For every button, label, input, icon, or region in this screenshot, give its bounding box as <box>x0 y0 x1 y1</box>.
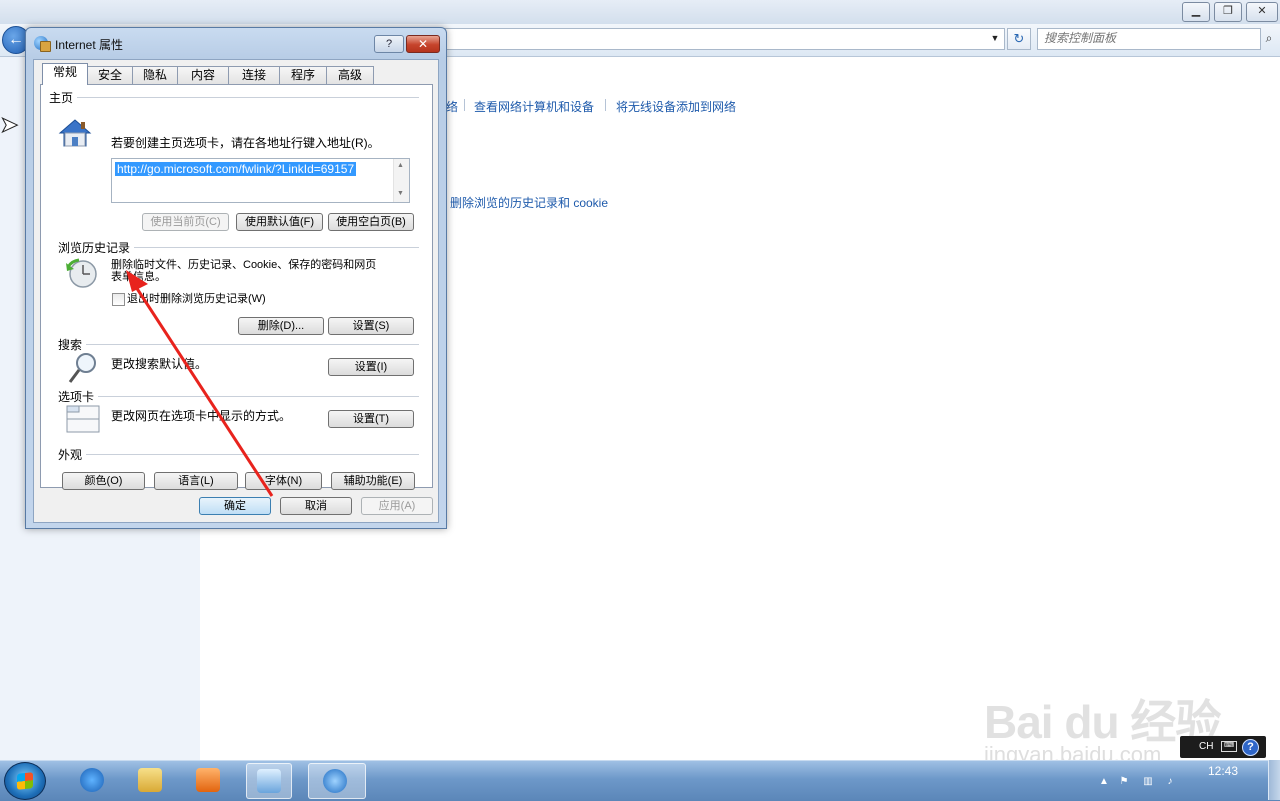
file-explorer-icon[interactable] <box>128 763 172 797</box>
help-button[interactable]: ? <box>374 35 404 53</box>
internet-properties-dialog: Internet 属性 ? ✕ 常规 安全 隐私 内容 连接 程序 高级 主页 … <box>25 27 447 529</box>
volume-icon[interactable]: ♪ <box>1164 776 1176 788</box>
tabs-description: 更改网页在选项卡中显示的方式。 <box>111 409 292 423</box>
use-default-button[interactable]: 使用默认值(F) <box>236 213 323 231</box>
dialog-client-area: 常规 安全 隐私 内容 连接 程序 高级 主页 若要创建主页选项卡，请在各地址行… <box>33 59 439 523</box>
close-icon[interactable]: ✕ <box>1246 2 1278 22</box>
tab-programs[interactable]: 程序 <box>279 66 327 84</box>
internet-explorer-icon[interactable] <box>70 763 114 797</box>
control-panel-icon[interactable] <box>246 763 292 799</box>
partial-link[interactable]: 络 <box>446 98 458 115</box>
tabs-settings-button[interactable]: 设置(T) <box>328 410 414 428</box>
search-icon[interactable]: ⌕ <box>1259 28 1279 48</box>
delete-history-button[interactable]: 删除(D)... <box>238 317 324 335</box>
accessibility-button[interactable]: 辅助功能(E) <box>331 472 415 490</box>
tab-privacy[interactable]: 隐私 <box>132 66 178 84</box>
apply-button[interactable]: 应用(A) <box>361 497 433 515</box>
search-settings-button[interactable]: 设置(I) <box>328 358 414 376</box>
search-box[interactable] <box>1037 28 1261 50</box>
chevron-up-icon[interactable]: ▲ <box>397 162 404 169</box>
search-input[interactable] <box>1038 29 1244 47</box>
use-blank-button[interactable]: 使用空白页(B) <box>328 213 414 231</box>
section-divider <box>97 396 419 397</box>
tab-connections[interactable]: 连接 <box>228 66 280 84</box>
delete-on-exit-checkbox[interactable] <box>112 293 125 306</box>
internet-properties-icon[interactable] <box>308 763 366 799</box>
control-panel-titlebar <box>0 0 1280 24</box>
scrollbar[interactable]: ▲ ▼ <box>393 159 409 202</box>
magnifier-icon <box>67 351 99 385</box>
address-bar[interactable] <box>444 28 1005 50</box>
link-separator <box>605 99 606 111</box>
tab-content[interactable]: 内容 <box>177 66 229 84</box>
section-divider <box>131 247 419 248</box>
history-description-line2: 表单信息。 <box>111 271 166 283</box>
add-wireless-device-link[interactable]: 将无线设备添加到网络 <box>616 98 736 115</box>
tab-security[interactable]: 安全 <box>87 66 133 84</box>
history-description-line1: 删除临时文件、历史记录、Cookie、保存的密码和网页 <box>111 259 377 271</box>
clock[interactable]: 12:43 <box>1208 764 1238 778</box>
section-divider <box>77 97 419 98</box>
delete-on-exit-label[interactable]: 退出时删除浏览历史记录(W) <box>127 293 266 305</box>
refresh-icon[interactable]: ↻ <box>1007 28 1031 50</box>
tab-advanced[interactable]: 高级 <box>326 66 374 84</box>
search-description: 更改搜索默认值。 <box>111 357 208 371</box>
history-section-title: 浏览历史记录 <box>58 239 135 256</box>
delete-history-link[interactable]: 删除浏览的历史记录和 cookie <box>450 194 608 211</box>
media-player-icon[interactable] <box>186 763 230 797</box>
show-hidden-icons-icon[interactable]: ▲ <box>1098 776 1110 788</box>
section-divider <box>85 454 419 455</box>
house-icon <box>58 118 92 148</box>
languages-button[interactable]: 语言(L) <box>154 472 238 490</box>
tabs-window-icon <box>66 404 100 434</box>
history-clock-icon <box>65 257 99 289</box>
appearance-section-title: 外观 <box>58 446 87 463</box>
help-icon[interactable]: ? <box>1242 739 1259 756</box>
view-network-computers-link[interactable]: 查看网络计算机和设备 <box>474 98 594 115</box>
dialog-title: Internet 属性 <box>55 38 124 52</box>
link-separator <box>464 99 465 111</box>
cancel-button[interactable]: 取消 <box>280 497 352 515</box>
chevron-down-icon[interactable]: ▼ <box>397 190 404 197</box>
start-button[interactable] <box>4 762 46 800</box>
show-desktop-button[interactable] <box>1268 760 1280 800</box>
action-center-flag-icon[interactable]: ⚑ <box>1118 776 1130 788</box>
homepage-url-value[interactable]: http://go.microsoft.com/fwlink/?LinkId=6… <box>115 162 357 176</box>
homepage-section-title: 主页 <box>49 89 78 106</box>
homepage-description: 若要创建主页选项卡，请在各地址行键入地址(R)。 <box>111 136 380 150</box>
tab-general[interactable]: 常规 <box>42 63 88 85</box>
minimize-icon[interactable]: ▁ <box>1182 2 1210 22</box>
section-divider <box>85 344 419 345</box>
general-tab-panel: 主页 若要创建主页选项卡，请在各地址行键入地址(R)。 http://go.mi… <box>40 84 433 490</box>
restore-icon[interactable]: ❐ <box>1214 2 1242 22</box>
keyboard-icon[interactable]: ⌨ <box>1221 741 1237 752</box>
colors-button[interactable]: 颜色(O) <box>62 472 145 490</box>
ime-indicator[interactable]: CH <box>1199 741 1213 752</box>
use-current-page-button[interactable]: 使用当前页(C) <box>142 213 229 231</box>
mouse-cursor-icon: ➤ <box>0 112 19 138</box>
internet-options-icon <box>34 36 51 52</box>
history-settings-button[interactable]: 设置(S) <box>328 317 414 335</box>
tabs-section-title: 选项卡 <box>58 388 99 405</box>
homepage-url-field[interactable]: http://go.microsoft.com/fwlink/?LinkId=6… <box>111 158 410 203</box>
chevron-down-icon[interactable]: ▼ <box>986 28 1004 48</box>
network-icon[interactable]: ▥ <box>1142 776 1154 788</box>
fonts-button[interactable]: 字体(N) <box>245 472 322 490</box>
close-button[interactable]: ✕ <box>406 35 440 53</box>
ok-button[interactable]: 确定 <box>199 497 271 515</box>
